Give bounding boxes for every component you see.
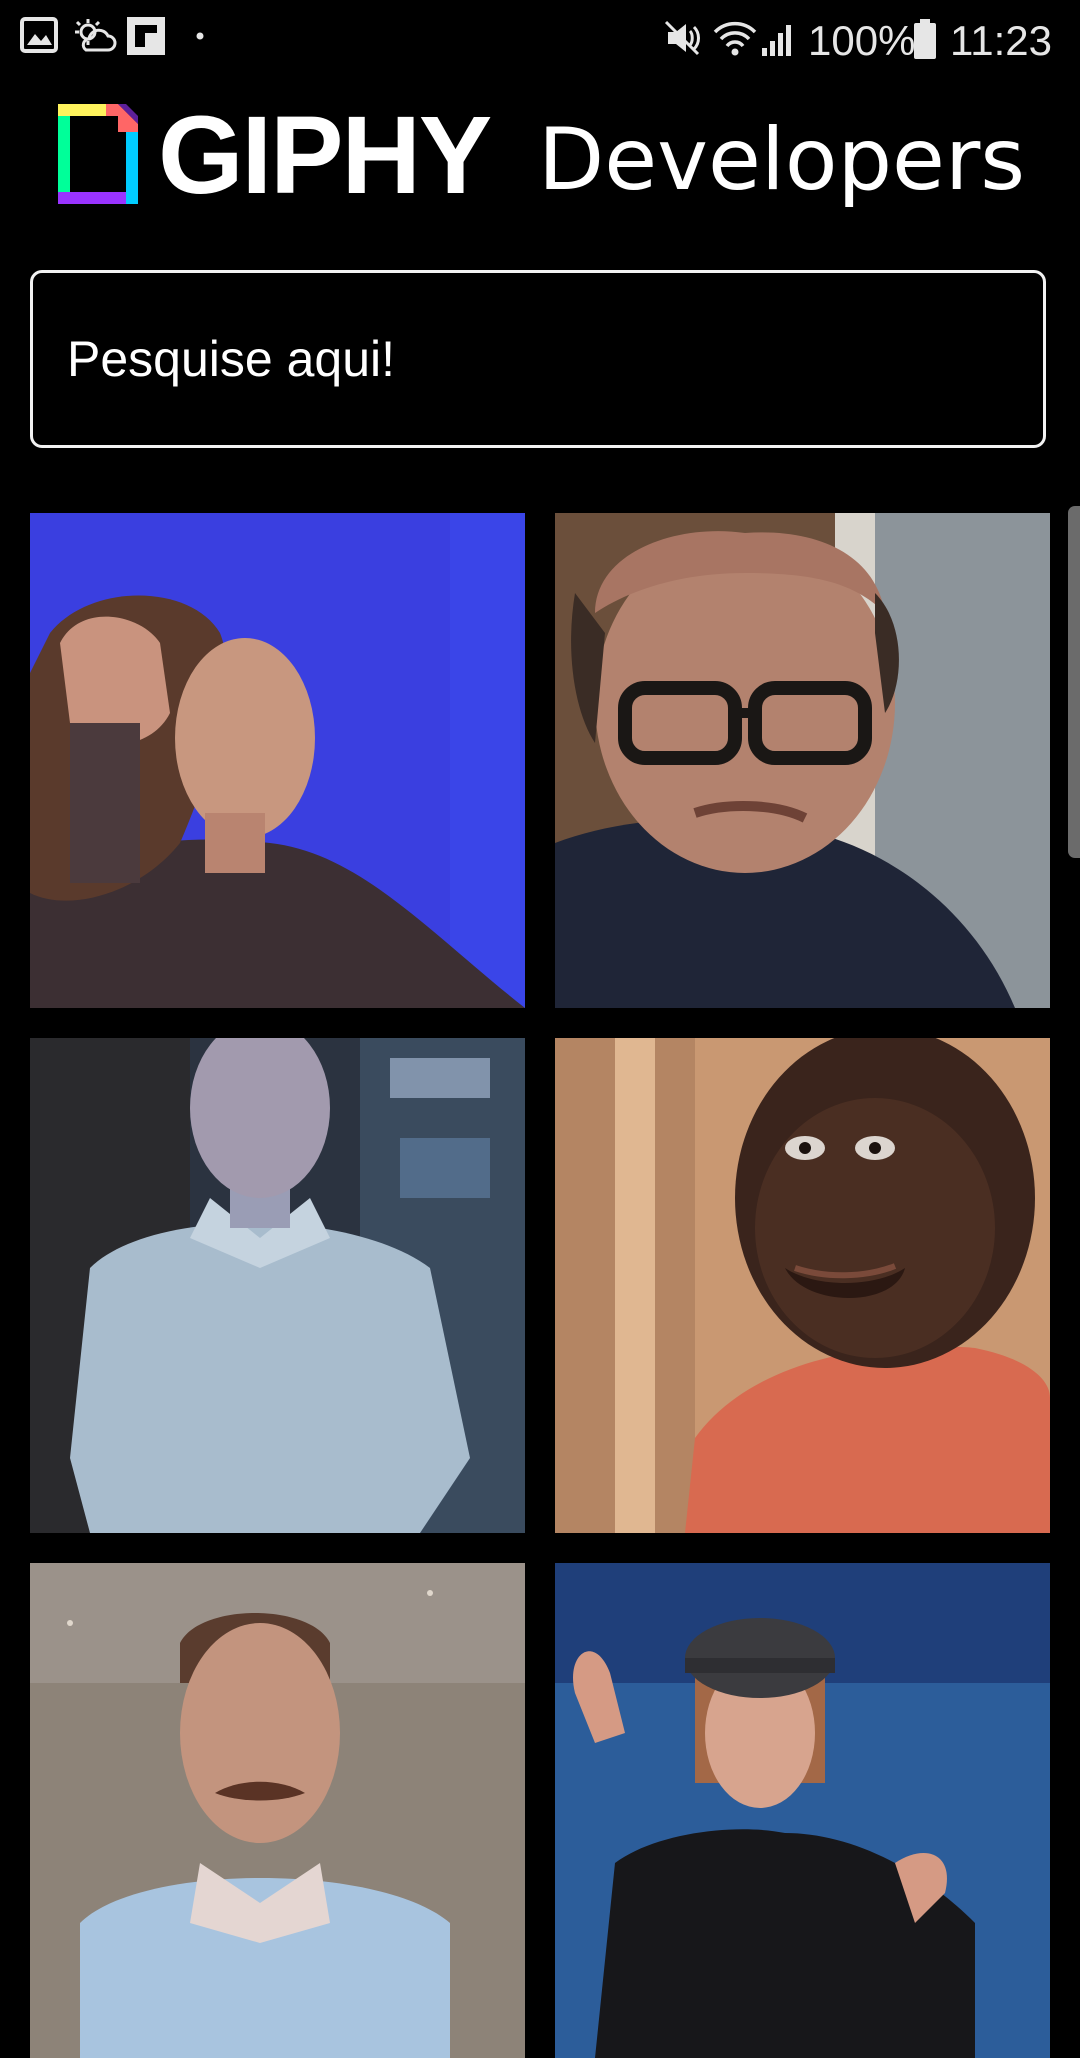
gif-image — [555, 1038, 1050, 1533]
gif-image — [555, 513, 1050, 1008]
gif-tile[interactable] — [555, 513, 1050, 1008]
scrollbar[interactable] — [1068, 506, 1080, 858]
gif-grid — [0, 0, 1080, 2058]
gif-image — [30, 513, 525, 1008]
gif-tile[interactable] — [30, 513, 525, 1008]
gif-image — [30, 1038, 525, 1533]
gif-tile[interactable] — [555, 1038, 1050, 1533]
gif-image — [30, 1563, 525, 2058]
gif-tile[interactable] — [30, 1563, 525, 2058]
gif-tile[interactable] — [555, 1563, 1050, 2058]
gif-tile[interactable] — [30, 1038, 525, 1533]
gif-image — [555, 1563, 1050, 2058]
